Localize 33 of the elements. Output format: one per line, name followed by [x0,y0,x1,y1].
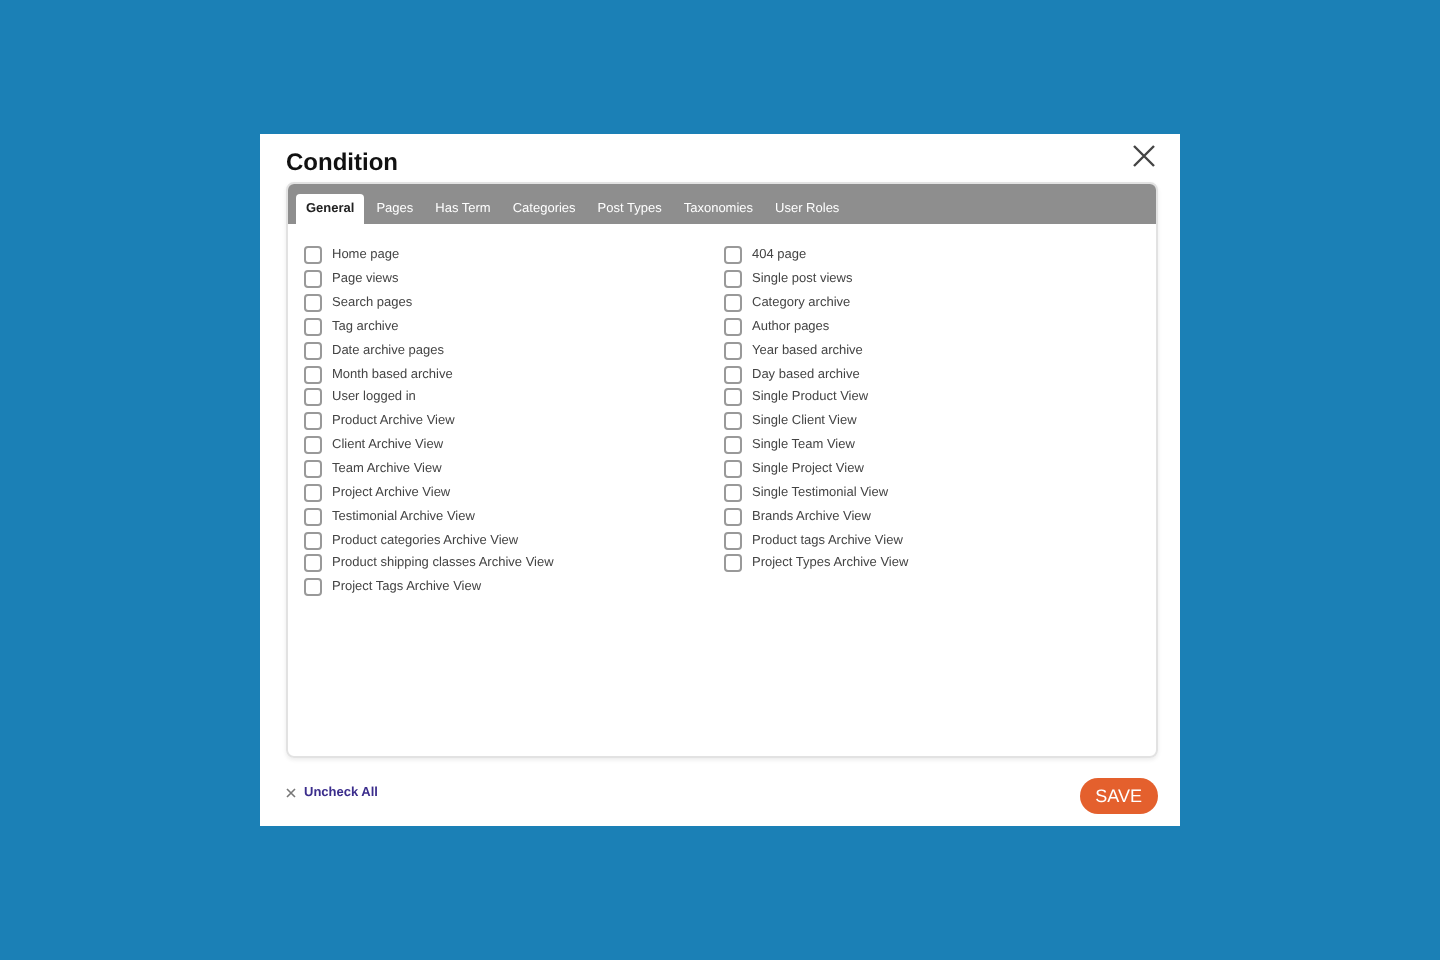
checkbox[interactable] [724,460,742,479]
checkbox[interactable] [304,317,322,336]
checkbox[interactable] [724,436,742,455]
save-button[interactable]: SAVE [1079,778,1158,814]
checkbox[interactable] [724,388,742,407]
close-button[interactable] [1130,142,1158,170]
checkbox[interactable] [304,460,322,479]
checkbox[interactable] [724,317,742,336]
checkbox[interactable] [724,483,742,502]
checkbox[interactable] [304,531,322,550]
checkbox[interactable] [724,270,742,289]
checkbox[interactable] [304,341,322,360]
checkbox[interactable] [304,294,322,313]
checkbox[interactable] [724,294,742,313]
dialog-title: Condition [286,148,398,176]
checkbox[interactable] [724,531,742,550]
checkbox[interactable] [304,246,322,265]
checkbox[interactable] [724,507,742,526]
checkbox[interactable] [724,554,742,573]
checkbox[interactable] [304,578,322,597]
checkbox[interactable] [304,483,322,502]
checkbox[interactable] [304,412,322,431]
checkbox[interactable] [304,365,322,384]
checkbox[interactable] [304,507,322,526]
checkbox[interactable] [724,365,742,384]
checkbox[interactable] [304,436,322,455]
checkbox[interactable] [724,341,742,360]
checkbox[interactable] [724,412,742,431]
checkbox[interactable] [304,270,322,289]
close-icon [286,787,296,797]
checkbox[interactable] [304,388,322,407]
checkbox[interactable] [724,246,742,265]
checkbox[interactable] [304,554,322,573]
